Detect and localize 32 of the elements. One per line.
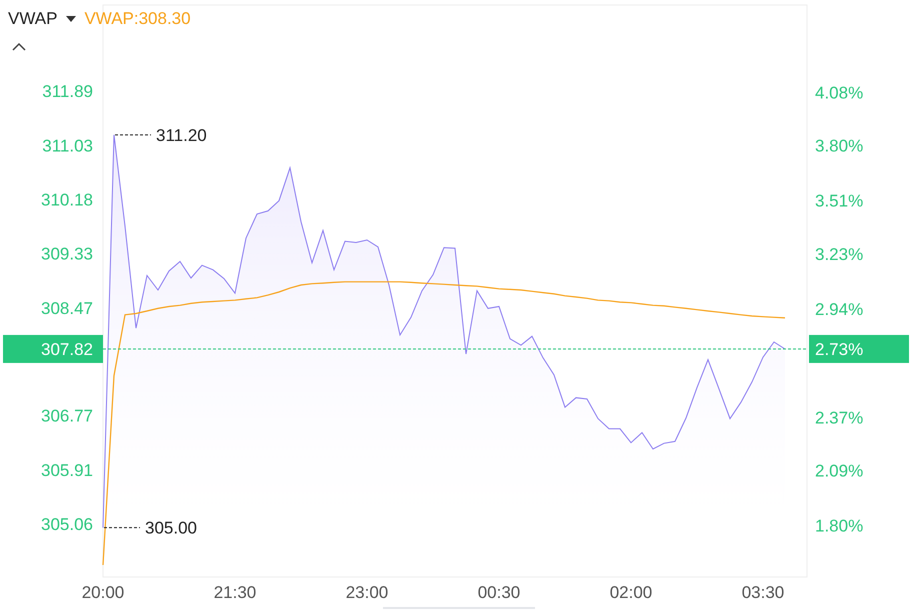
percent-axis-label: 2.94%: [815, 300, 864, 320]
price-axis-label: 305.91: [41, 460, 93, 480]
vwap-value: VWAP:308.30: [84, 9, 191, 29]
price-axis-label: 309.33: [41, 244, 93, 264]
price-axis-label: 311.03: [42, 136, 93, 156]
time-axis-label: 03:30: [742, 583, 784, 602]
percent-axis-label: 3.23%: [815, 244, 864, 264]
price-marker-label: 311.20: [156, 126, 207, 145]
time-axis-label: 20:00: [82, 583, 124, 602]
current-percent-label: 2.73%: [815, 340, 864, 359]
indicator-dropdown[interactable]: VWAP: [8, 9, 76, 29]
percent-axis-label: 3.51%: [815, 192, 864, 211]
price-axis-label: 310.18: [41, 190, 93, 210]
price-marker-label: 305.00: [145, 518, 197, 538]
percent-axis-label: 2.37%: [815, 408, 864, 428]
time-axis-label: 23:00: [346, 583, 388, 602]
time-axis-label: 02:00: [610, 583, 652, 602]
percent-axis-label: 2.09%: [815, 462, 864, 481]
time-axis-label: 00:30: [478, 583, 520, 602]
price-axis-label: 306.77: [41, 406, 93, 426]
percent-axis-label: 3.80%: [815, 136, 864, 156]
percent-axis-label: 1.80%: [815, 516, 864, 536]
caret-icon: [66, 16, 76, 22]
price-axis-label: 308.47: [41, 298, 93, 318]
leader-line: [114, 134, 152, 136]
current-price-label: 307.82: [41, 340, 93, 359]
percent-axis-label: 4.08%: [815, 83, 864, 102]
leader-line: [104, 527, 140, 528]
price-axis-label: 311.89: [42, 82, 93, 102]
time-axis-label: 21:30: [214, 583, 256, 602]
chevron-up-icon: [12, 42, 26, 51]
price-axis-label: 305.06: [41, 514, 93, 534]
